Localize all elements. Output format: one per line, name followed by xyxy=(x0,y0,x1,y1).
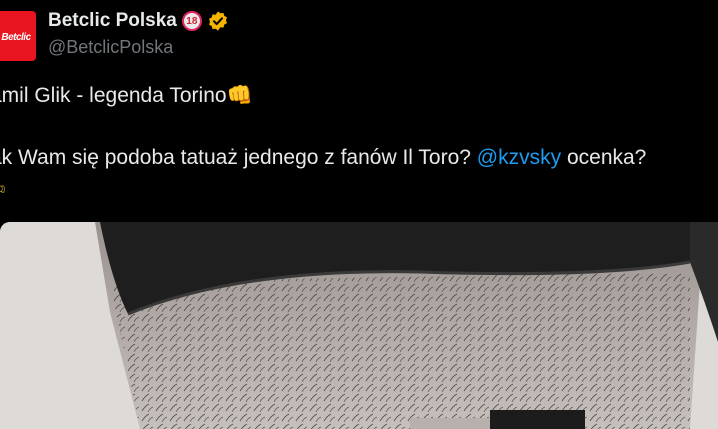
display-name[interactable]: Betclic Polska xyxy=(48,10,177,32)
fist-emoji-icon: 👊 xyxy=(226,84,253,107)
post-media-image[interactable] xyxy=(0,222,718,429)
writing-hand-emoji-icon: ✍ xyxy=(0,177,6,200)
post-text-1: amil Glik - legenda Torino xyxy=(0,84,227,107)
post-text-line-3: ✍ xyxy=(0,176,6,201)
verified-badge-icon[interactable] xyxy=(207,10,229,32)
post-text-3: ocenka? xyxy=(561,146,647,169)
user-handle[interactable]: @BetclicPolska xyxy=(48,37,173,58)
tattoo-photo xyxy=(0,222,718,429)
mention-link[interactable]: @kzvsky xyxy=(477,146,561,169)
avatar[interactable]: Betclic xyxy=(0,11,36,61)
post-text-2: ak Wam się podoba tatuaż jednego z fanów… xyxy=(0,146,477,169)
post-text-line-1: amil Glik - legenda Torino👊 xyxy=(0,84,253,108)
author-row: Betclic Polska 18 xyxy=(48,8,229,34)
post-text-line-2: ak Wam się podoba tatuaż jednego z fanów… xyxy=(0,146,646,170)
age-restriction-badge: 18 xyxy=(181,11,202,31)
post: Betclic Betclic Polska 18 @BetclicPolska… xyxy=(0,0,718,429)
avatar-logo-text: Betclic xyxy=(1,32,31,43)
